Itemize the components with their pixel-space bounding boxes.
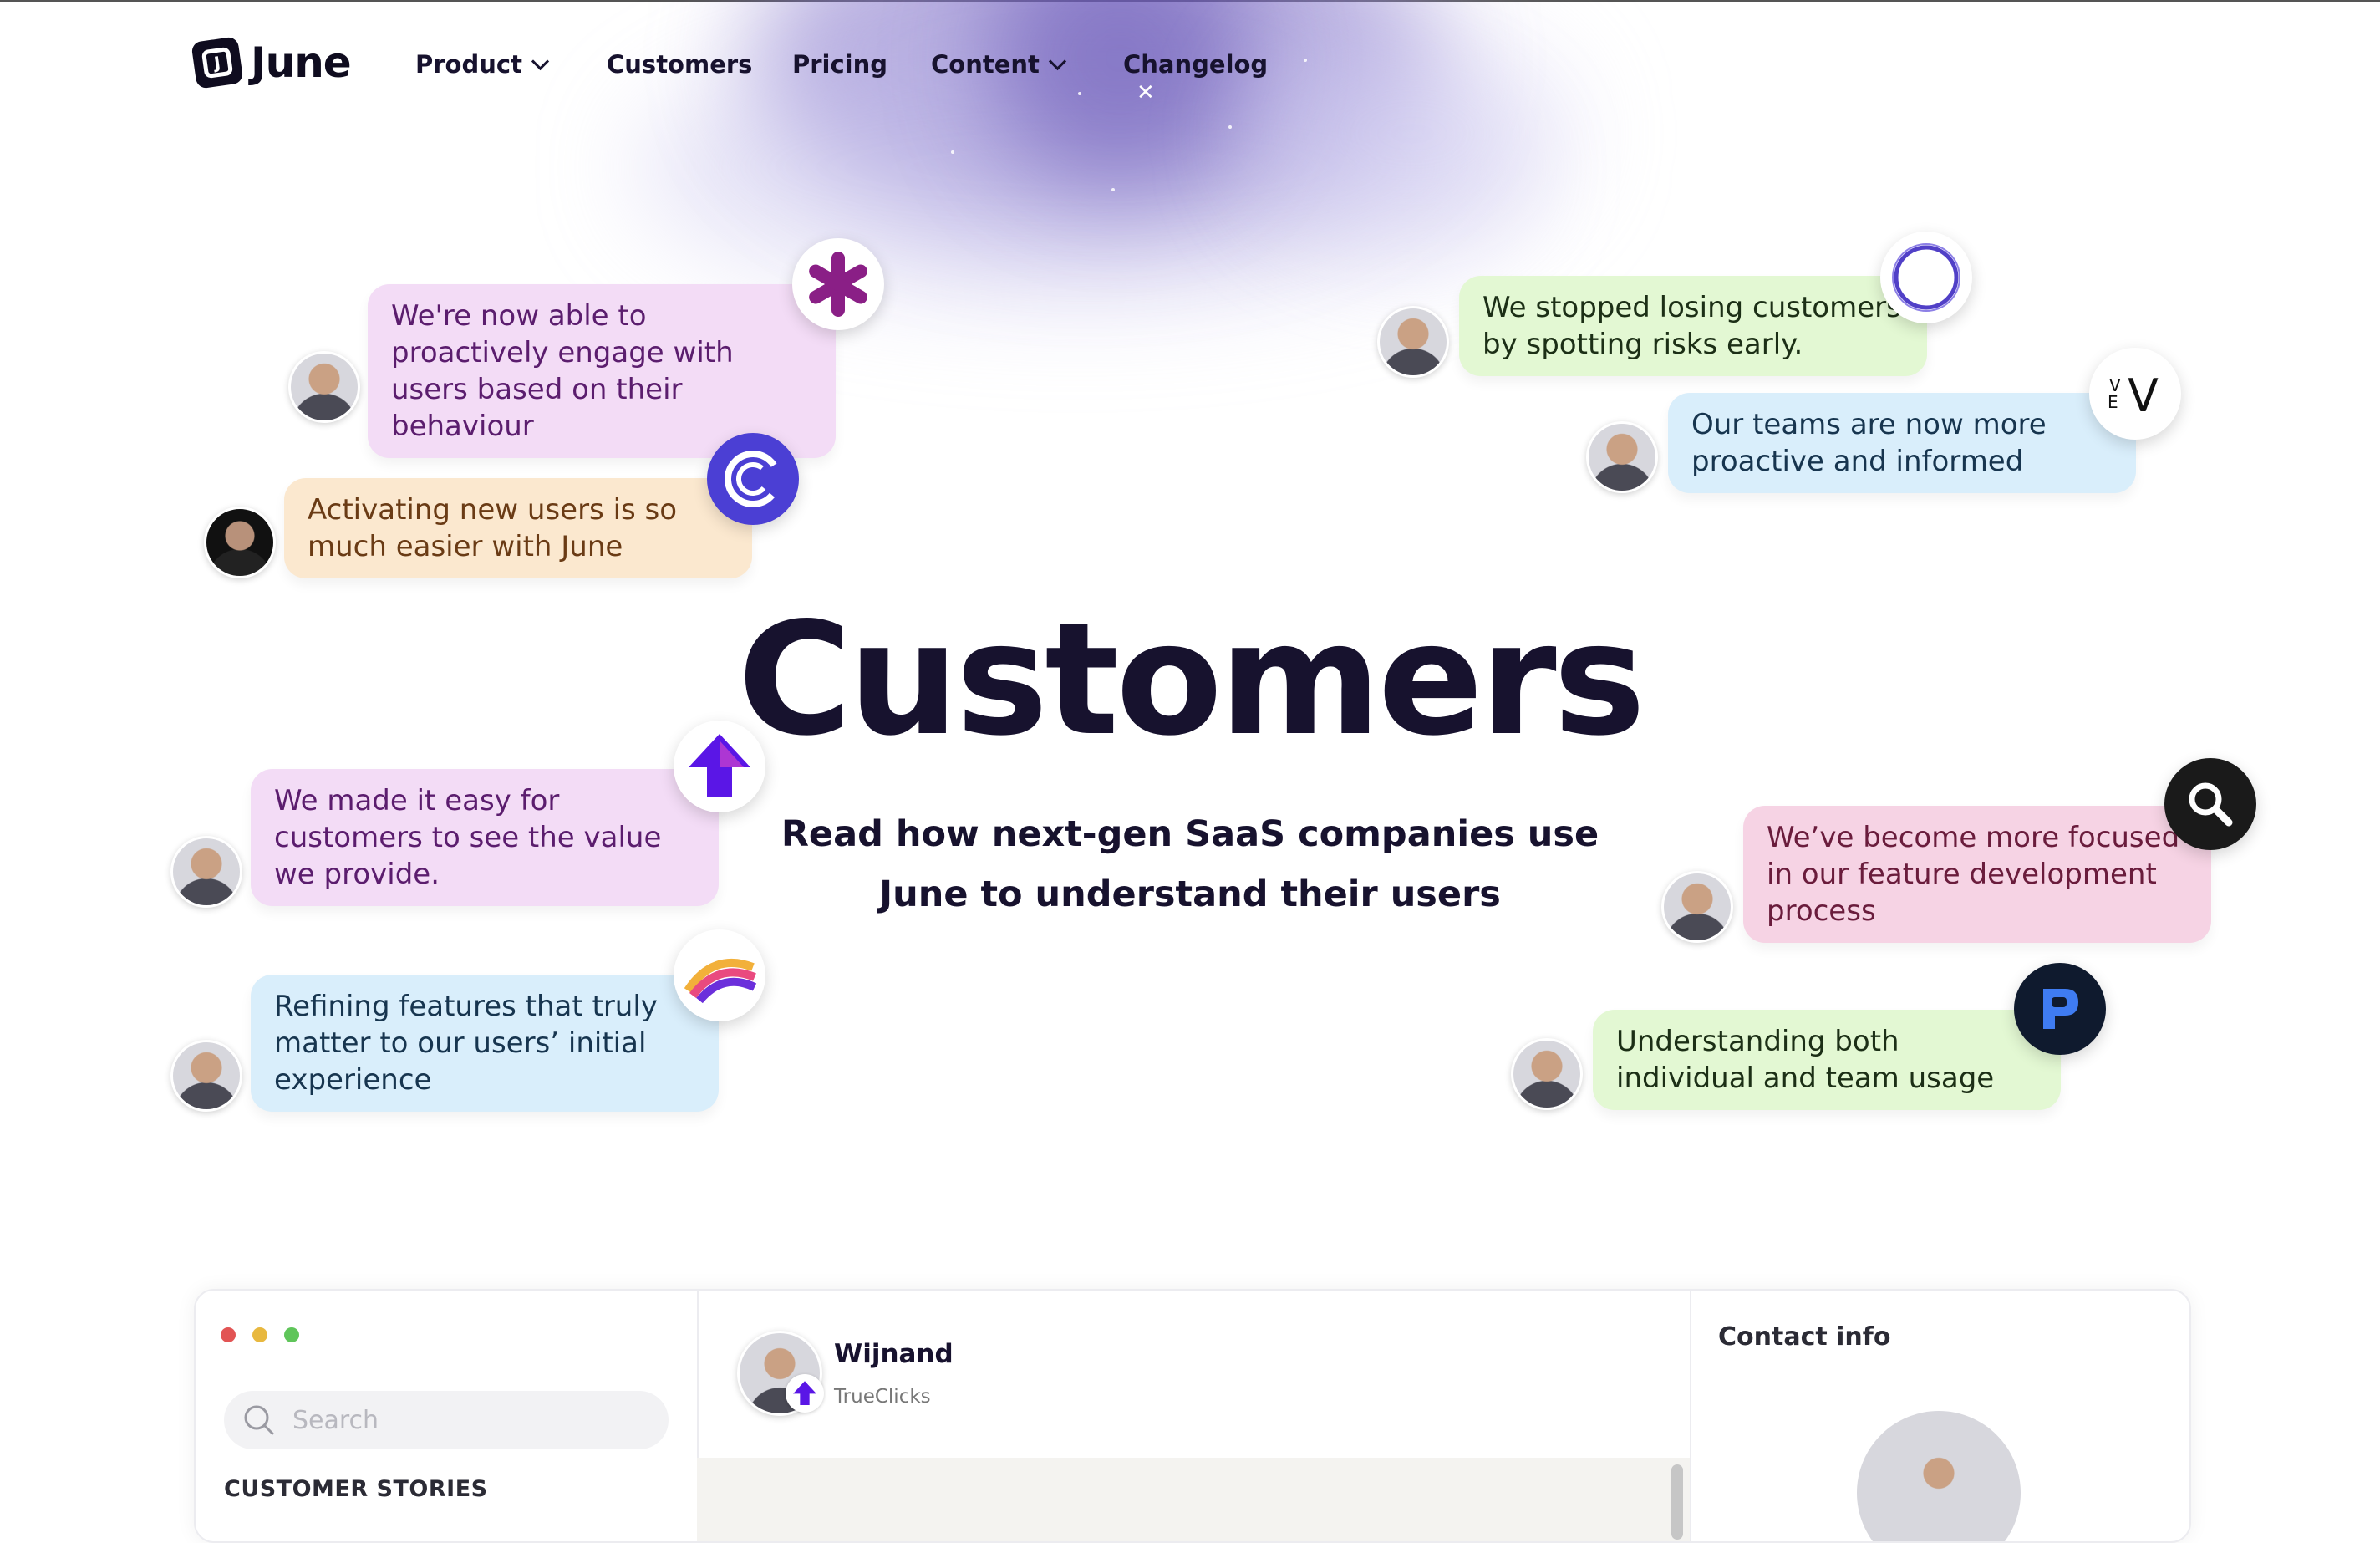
hero-cloud-glow (635, 33, 1521, 301)
customer-stories-label: CUSTOMER STORIES (224, 1476, 488, 1502)
testimonial-bubble[interactable]: Activating new users is so much easier w… (284, 478, 752, 578)
app-preview-window: Search CUSTOMER STORIES Wijnand TrueClic… (194, 1289, 2191, 1543)
window-close-dot (221, 1327, 236, 1342)
nav-product[interactable]: Product (415, 50, 550, 79)
top-border (0, 0, 2380, 2)
search-input[interactable]: Search (224, 1391, 669, 1449)
window-maximize-dot (284, 1327, 299, 1342)
hero-cloud-glow (1254, 25, 1571, 242)
ring-logo-icon (1880, 232, 1972, 323)
avatar (288, 351, 360, 423)
sparkle (1078, 92, 1081, 95)
testimonial-bubble[interactable]: Refining features that truly matter to o… (251, 975, 719, 1112)
nav-pricing-label: Pricing (792, 50, 888, 79)
testimonial-bubble[interactable]: Our teams are now more proactive and inf… (1668, 393, 2136, 493)
avatar (1511, 1038, 1583, 1110)
contact-info-avatar (1857, 1411, 2021, 1541)
testimonial-text: We’ve become more focused in our feature… (1767, 821, 2180, 928)
scrollbar[interactable] (1671, 1464, 1683, 1540)
testimonial-text: We made it easy for customers to see the… (274, 784, 662, 891)
nav-content-label: Content (931, 50, 1040, 79)
search-logo-icon (2164, 758, 2256, 850)
sparkle (1228, 125, 1232, 129)
avatar (204, 507, 276, 578)
page-subtitle: Read how next-gen SaaS companies use Jun… (772, 804, 1608, 924)
search-icon (244, 1405, 274, 1435)
avatar (170, 836, 242, 908)
contact-name: Wijnand (834, 1339, 954, 1369)
contact-info-title: Contact info (1718, 1322, 1891, 1352)
nav-product-label: Product (415, 50, 522, 79)
subtitle-line: June to understand their users (879, 873, 1501, 915)
hero-cloud-glow (752, 0, 1437, 234)
hero-cloud-glow (986, 0, 1254, 184)
up-arrow-logo-icon (786, 1374, 824, 1413)
testimonial-text: Activating new users is so much easier w… (308, 493, 678, 563)
up-arrow-logo-icon (674, 721, 765, 812)
column-divider (1690, 1291, 1691, 1541)
testimonial-text: Refining features that truly matter to o… (274, 990, 658, 1097)
avatar (1661, 871, 1733, 943)
subtitle-line: Read how next-gen SaaS companies use (781, 813, 1599, 855)
testimonial-text: We're now able to proactively engage wit… (391, 299, 734, 443)
sparkle (1304, 59, 1307, 62)
testimonial-text: Our teams are now more proactive and inf… (1691, 408, 2047, 478)
testimonial-bubble[interactable]: We’ve become more focused in our feature… (1743, 806, 2211, 943)
p-logo-icon (2014, 963, 2106, 1055)
testimonial-bubble[interactable]: We made it easy for customers to see the… (251, 769, 719, 906)
nav-customers[interactable]: Customers (607, 50, 752, 79)
sparkle (1111, 188, 1115, 191)
june-logo[interactable]: J June (191, 36, 352, 89)
testimonial-bubble[interactable]: Understanding both individual and team u… (1593, 1010, 2061, 1110)
nav-changelog-label: Changelog (1123, 50, 1269, 79)
sparkle-cross: ✕ (1137, 80, 1155, 105)
nav-content[interactable]: Content (931, 50, 1067, 79)
svg-text:E: E (2108, 392, 2118, 412)
june-logo-icon: J (191, 36, 244, 89)
testimonial-text: We stopped losing customers by spotting … (1482, 291, 1901, 361)
window-minimize-dot (252, 1327, 267, 1342)
testimonial-bubble[interactable]: We stopped losing customers by spotting … (1459, 276, 1927, 376)
c-circle-logo-icon (707, 433, 799, 525)
nav-customers-label: Customers (607, 50, 753, 79)
rainbow-logo-icon (674, 929, 765, 1021)
svg-text:V: V (2128, 369, 2159, 422)
asterisk-logo-icon (792, 238, 884, 330)
testimonial-bubble[interactable]: We're now able to proactively engage wit… (368, 284, 836, 458)
avatar (170, 1040, 242, 1112)
avatar (1377, 306, 1449, 378)
page-title: Customers (737, 588, 1646, 770)
brand-name: June (251, 38, 352, 87)
contact-company: TrueClicks (834, 1386, 931, 1408)
nav-pricing[interactable]: Pricing (792, 50, 887, 79)
sparkle (951, 150, 954, 154)
chevron-down-icon (531, 52, 550, 70)
chat-area (697, 1458, 1690, 1541)
chevron-down-icon (1048, 52, 1067, 70)
nav-changelog[interactable]: Changelog (1123, 50, 1268, 79)
vev-logo-icon: VEV (2089, 348, 2181, 440)
testimonial-text: Understanding both individual and team u… (1616, 1025, 1995, 1095)
search-placeholder: Search (292, 1405, 379, 1435)
avatar (1586, 421, 1658, 493)
